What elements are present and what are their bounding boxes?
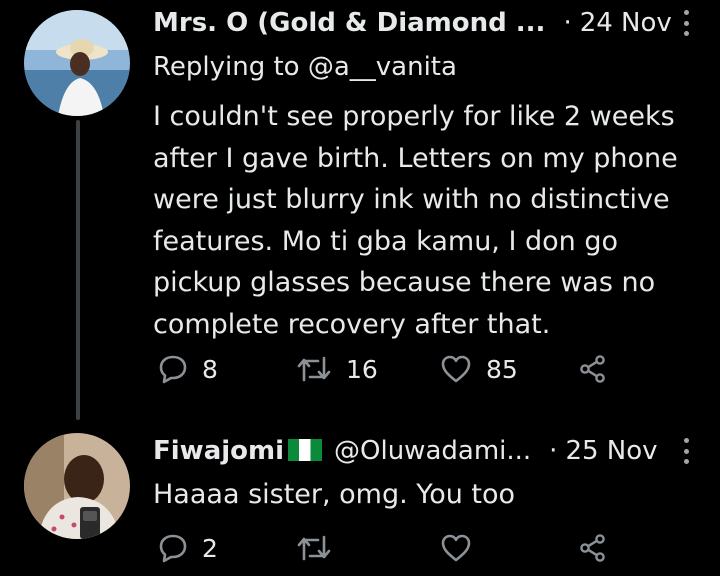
tweet-header: Fiwajomi @Oluwadami... · 25 Nov: [153, 431, 720, 471]
reply-bubble-icon: [158, 354, 188, 384]
replying-to[interactable]: Replying to @a__vanita: [153, 52, 457, 82]
share-button[interactable]: [578, 528, 608, 568]
separator-dot: ·: [549, 436, 558, 466]
tweet-header: Mrs. O (Gold & Diamond ... · 24 Nov: [153, 3, 720, 43]
author-handle[interactable]: @Oluwadami...: [334, 436, 531, 466]
reply-button[interactable]: 8: [158, 349, 218, 389]
share-nodes-icon: [578, 354, 608, 384]
reply-bubble-icon: [158, 533, 188, 563]
reply-count: 8: [202, 354, 218, 384]
tweet-date[interactable]: 24 Nov: [580, 8, 672, 38]
reply-button[interactable]: 2: [158, 528, 218, 568]
tweet-actions: 2: [158, 528, 638, 568]
tweet-1[interactable]: Mrs. O (Gold & Diamond ... · 24 Nov Repl…: [0, 0, 720, 420]
thread-line: [76, 120, 80, 420]
author-name[interactable]: Mrs. O (Gold & Diamond ...: [153, 8, 545, 38]
like-button[interactable]: [440, 528, 472, 568]
separator-dot: ·: [563, 8, 572, 38]
author-name[interactable]: Fiwajomi: [153, 436, 284, 466]
vertical-dots-icon[interactable]: [682, 438, 690, 464]
heart-icon: [440, 533, 472, 563]
avatar[interactable]: [24, 433, 130, 539]
tweet-date[interactable]: 25 Nov: [565, 436, 657, 466]
avatar[interactable]: [24, 10, 130, 116]
vertical-dots-icon[interactable]: [682, 10, 690, 36]
tweet-actions: 8 16 85: [158, 349, 638, 389]
retweet-button[interactable]: 16: [296, 349, 378, 389]
retweet-count: 16: [346, 354, 378, 384]
tweet-text: Haaaa sister, omg. You too: [153, 479, 516, 510]
retweet-arrows-icon: [296, 533, 332, 563]
reply-count: 2: [202, 533, 218, 563]
like-button[interactable]: 85: [440, 349, 518, 389]
share-button[interactable]: [578, 349, 608, 389]
retweet-arrows-icon: [296, 354, 332, 384]
like-count: 85: [486, 354, 518, 384]
share-nodes-icon: [578, 533, 608, 563]
retweet-button[interactable]: [296, 528, 332, 568]
tweet-text: I couldn't see properly for like 2 weeks…: [153, 101, 678, 340]
heart-icon: [440, 354, 472, 384]
nigeria-flag-icon: [288, 439, 323, 461]
